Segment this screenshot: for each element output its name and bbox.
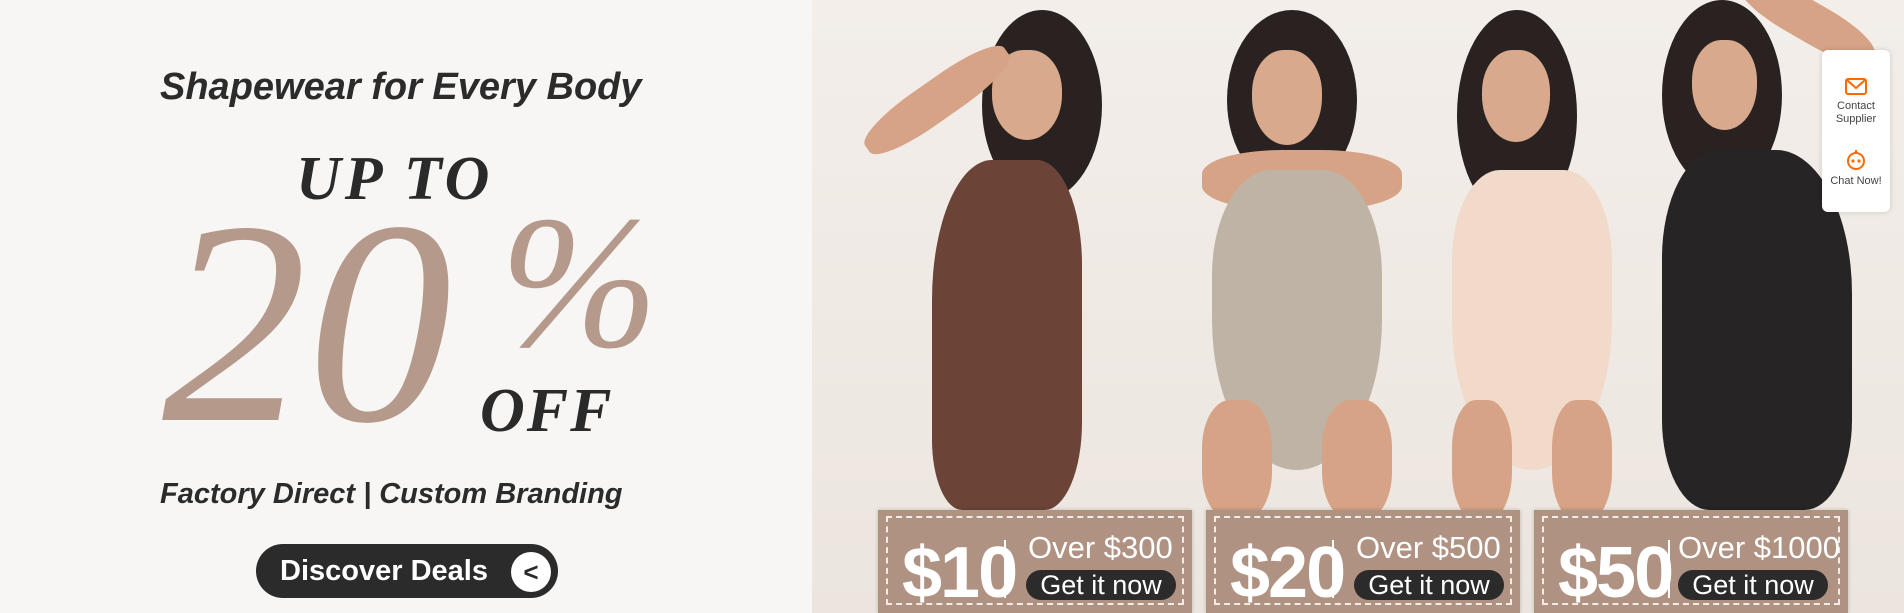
chat-now-button[interactable]: Chat Now! bbox=[1822, 150, 1890, 188]
model-taupe bbox=[1182, 0, 1422, 520]
model-brown bbox=[852, 0, 1122, 520]
hero-photo: $10 Over $300 Get it now $20 Over $500 G… bbox=[812, 0, 1904, 613]
floating-contact-panel: Contact Supplier Chat Now! bbox=[1822, 50, 1890, 212]
get-it-now-button[interactable]: Get it now bbox=[1026, 570, 1176, 600]
model-nude bbox=[1412, 0, 1652, 520]
coupon-amount: $20 bbox=[1230, 533, 1346, 613]
coupon-card: $50 Over $1000 Get it now bbox=[1534, 510, 1848, 613]
mail-icon bbox=[1845, 78, 1867, 95]
coupon-amount: $10 bbox=[902, 533, 1018, 613]
discover-deals-button[interactable]: Discover Deals < bbox=[256, 544, 558, 598]
arrow-left-icon: < bbox=[511, 552, 551, 592]
contact-supplier-button[interactable]: Contact Supplier bbox=[1822, 78, 1890, 126]
contact-supplier-label: Contact Supplier bbox=[1835, 100, 1877, 125]
discover-deals-label: Discover Deals bbox=[280, 554, 488, 587]
promo-off: OFF bbox=[480, 377, 614, 445]
promo-percent-sign: % bbox=[500, 178, 659, 388]
promo-subline: Factory Direct | Custom Branding bbox=[160, 478, 623, 510]
coupon-card: $20 Over $500 Get it now bbox=[1206, 510, 1520, 613]
coupon-amount: $50 bbox=[1558, 533, 1674, 613]
get-it-now-button[interactable]: Get it now bbox=[1354, 570, 1504, 600]
coupon-condition: Over $300 bbox=[1028, 530, 1173, 565]
coupon-card: $10 Over $300 Get it now bbox=[878, 510, 1192, 613]
coupon-divider bbox=[1004, 540, 1006, 598]
coupon-condition: Over $500 bbox=[1356, 530, 1501, 565]
chat-now-label: Chat Now! bbox=[1830, 175, 1882, 187]
promo-percent-value: 20 bbox=[162, 162, 452, 483]
get-it-now-button[interactable]: Get it now bbox=[1678, 570, 1828, 600]
chat-bot-icon bbox=[1847, 150, 1865, 170]
coupon-divider bbox=[1668, 540, 1670, 598]
coupon-condition: Over $1000 bbox=[1678, 530, 1840, 565]
promo-tagline: Shapewear for Every Body bbox=[160, 66, 642, 108]
promo-panel: Shapewear for Every Body UP TO 20 % OFF … bbox=[0, 0, 812, 613]
coupon-divider bbox=[1332, 540, 1334, 598]
